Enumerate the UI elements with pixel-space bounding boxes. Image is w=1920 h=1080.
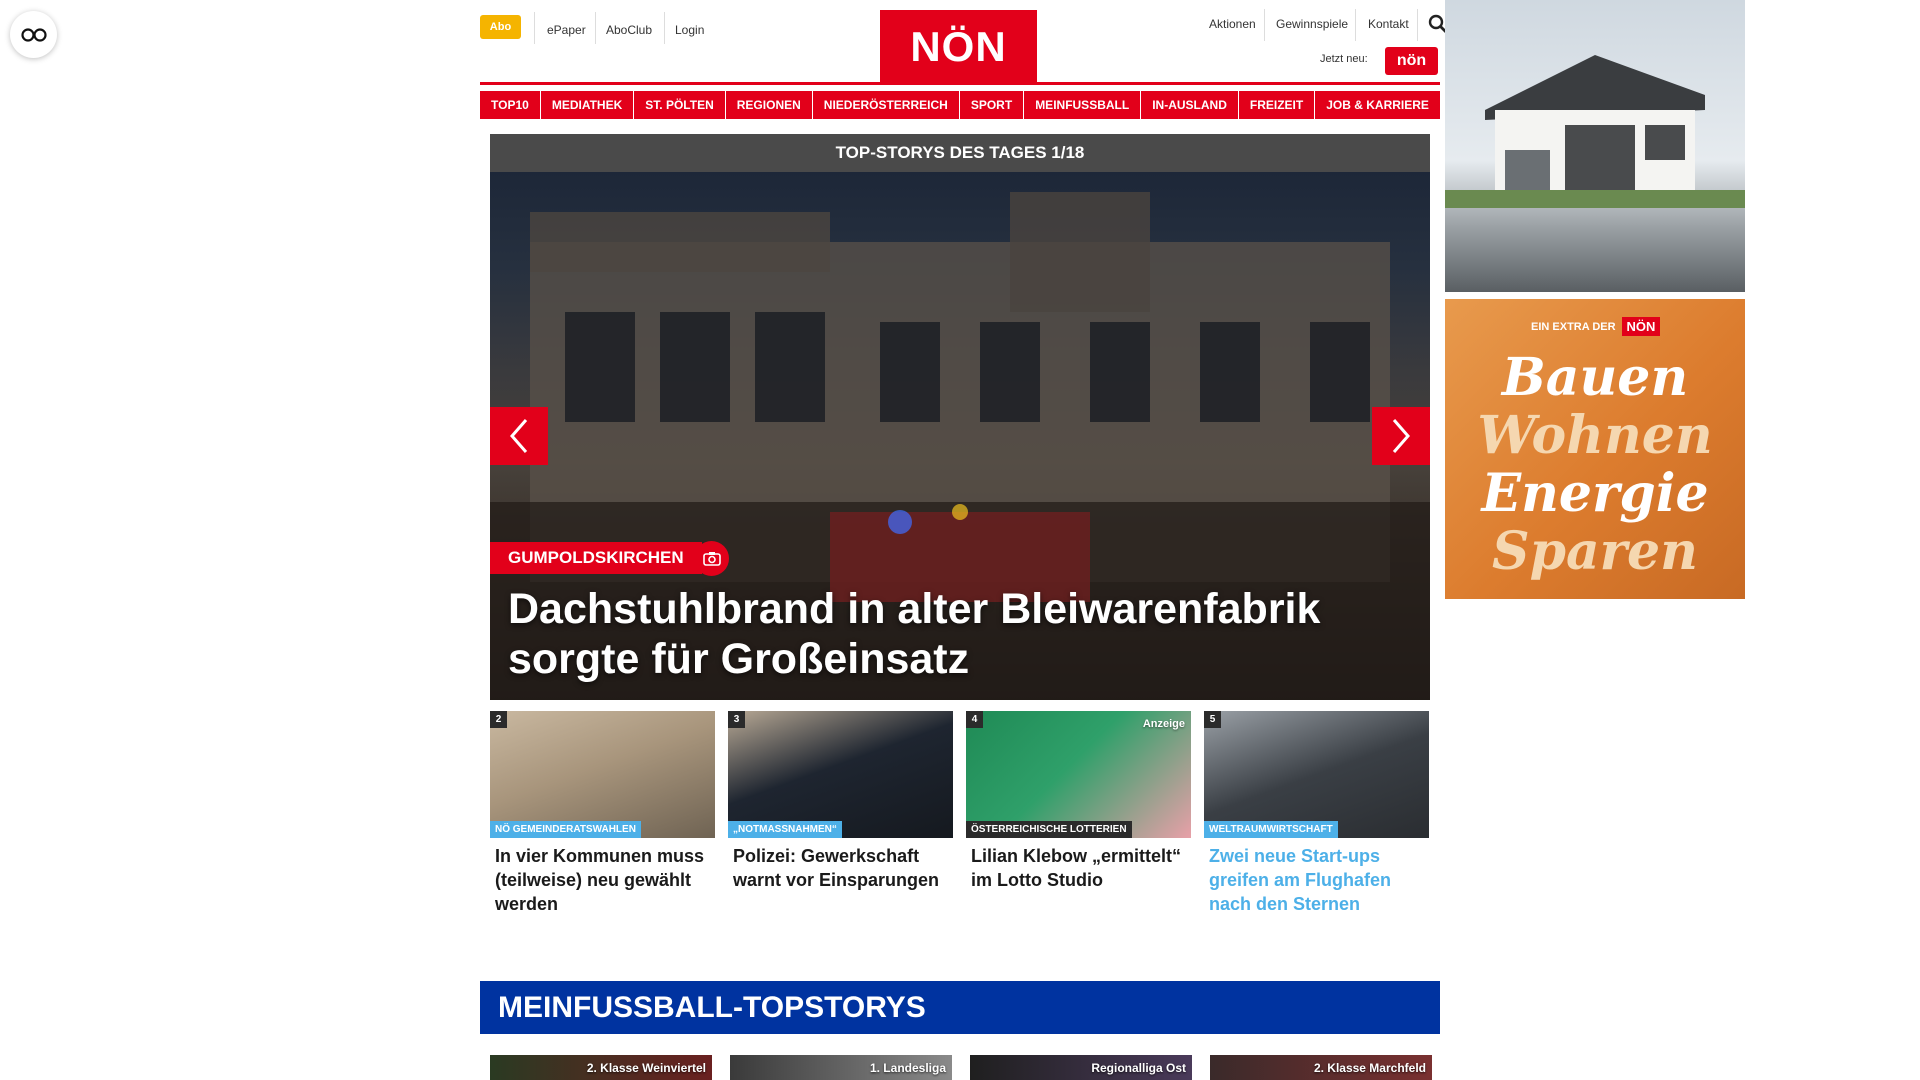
ad-word: Energie	[1481, 463, 1709, 524]
hero-headline[interactable]: Dachstuhlbrand in alter Bleiwarenfabrik …	[508, 584, 1408, 684]
chevron-right-icon	[1392, 419, 1410, 453]
ad-word: Sparen	[1492, 521, 1698, 582]
hero-category-label[interactable]: GUMPOLDSKIRCHEN	[490, 542, 702, 574]
house-ad-banner[interactable]	[1445, 0, 1745, 292]
nav-regionen[interactable]: REGIONEN	[725, 91, 812, 119]
carousel-prev-button[interactable]	[490, 407, 548, 465]
carousel-next-button[interactable]	[1372, 407, 1430, 465]
football-card[interactable]: Regionalliga Ost	[970, 1055, 1192, 1080]
teaser-title[interactable]: Zwei neue Start-ups greifen am Flughafen…	[1204, 844, 1429, 916]
divider	[595, 12, 596, 44]
aboclub-link[interactable]: AboClub	[606, 15, 652, 45]
football-card[interactable]: 2. Klasse Weinviertel	[490, 1055, 712, 1080]
aktionen-link[interactable]: Aktionen	[1209, 9, 1256, 39]
divider	[664, 12, 665, 44]
gewinnspiele-link[interactable]: Gewinnspiele	[1276, 9, 1348, 39]
ad-extra-label: EIN EXTRA DER	[1531, 320, 1616, 333]
teaser-card[interactable]: 5 WELTRAUMWIRTSCHAFT Zwei neue Start-ups…	[1204, 711, 1429, 916]
nav-sport[interactable]: SPORT	[959, 91, 1024, 119]
jetzt-neu-label: Jetzt neu:	[1320, 53, 1368, 65]
divider	[1417, 9, 1418, 41]
teaser-image[interactable]: 4 Anzeige ÖSTERREICHISCHE LOTTERIEN	[966, 711, 1191, 838]
meinfussball-section-title[interactable]: MEINFUSSBALL-TOPSTORYS	[480, 981, 1440, 1034]
teaser-image[interactable]: 2 NÖ GEMEINDERATSWAHLEN	[490, 711, 715, 838]
nav-in-ausland[interactable]: IN-AUSLAND	[1141, 91, 1238, 119]
teaser-category[interactable]: NÖ GEMEINDERATSWAHLEN	[490, 821, 641, 838]
teaser-title[interactable]: Lilian Klebow „ermittelt“ im Lotto Studi…	[966, 844, 1191, 892]
league-label: 1. Landesliga	[869, 1061, 946, 1075]
teaser-card[interactable]: 3 „NOTMASSNAHMEN“ Polizei: Gewerkschaft …	[728, 711, 953, 892]
main-nav: TOP10 MEDIATHEK ST. PÖLTEN REGIONEN NIED…	[480, 91, 1440, 119]
noen-logo[interactable]: NÖN	[880, 10, 1037, 83]
teaser-title[interactable]: In vier Kommunen muss (teilweise) neu ge…	[490, 844, 715, 916]
kontakt-link[interactable]: Kontakt	[1368, 9, 1409, 39]
league-label: 2. Klasse Marchfeld	[1313, 1061, 1426, 1075]
teaser-card[interactable]: 2 NÖ GEMEINDERATSWAHLEN In vier Kommunen…	[490, 711, 715, 916]
abo-button[interactable]: Abo	[480, 15, 521, 39]
nav-niederoesterreich[interactable]: NIEDERÖSTERREICH	[812, 91, 959, 119]
ad-badge: Anzeige	[1142, 718, 1185, 730]
nav-st-poelten[interactable]: ST. PÖLTEN	[634, 91, 725, 119]
teaser-category[interactable]: ÖSTERREICHISCHE LOTTERIEN	[966, 821, 1132, 838]
league-label: Regionalliga Ost	[1091, 1061, 1186, 1075]
teaser-image[interactable]: 3 „NOTMASSNAHMEN“	[728, 711, 953, 838]
teaser-title[interactable]: Polizei: Gewerkschaft warnt vor Einsparu…	[728, 844, 953, 892]
chevron-left-icon	[510, 419, 528, 453]
teaser-category[interactable]: „NOTMASSNAHMEN“	[728, 821, 842, 838]
top-stories-header: TOP-STORYS DES TAGES 1/18	[490, 134, 1430, 172]
divider	[534, 12, 535, 44]
ad-word: Wohnen	[1477, 405, 1713, 466]
rank-number: 5	[1204, 711, 1221, 728]
ad-word: Bauen	[1501, 347, 1689, 408]
nav-freizeit[interactable]: FREIZEIT	[1238, 91, 1315, 119]
football-card[interactable]: 2. Klasse Marchfeld	[1210, 1055, 1432, 1080]
nav-job-karriere[interactable]: JOB & KARRIERE	[1315, 91, 1440, 119]
reader-glasses-icon[interactable]	[10, 11, 57, 58]
rank-number: 3	[728, 711, 745, 728]
mini-noen-logo[interactable]: nön	[1385, 47, 1438, 75]
nav-top10[interactable]: TOP10	[480, 91, 540, 119]
camera-icon	[694, 541, 729, 576]
divider	[1264, 9, 1265, 41]
bauen-wohnen-ad[interactable]: EIN EXTRA DER NÖN Bauen Wohnen Energie S…	[1445, 299, 1745, 599]
teaser-card[interactable]: 4 Anzeige ÖSTERREICHISCHE LOTTERIEN Lili…	[966, 711, 1191, 892]
nav-meinfussball[interactable]: MEINFUSSBALL	[1024, 91, 1141, 119]
rank-number: 4	[966, 711, 983, 728]
football-card[interactable]: 1. Landesliga	[730, 1055, 952, 1080]
league-label: 2. Klasse Weinviertel	[586, 1061, 706, 1075]
divider	[1355, 9, 1356, 41]
rank-number: 2	[490, 711, 507, 728]
teaser-image[interactable]: 5 WELTRAUMWIRTSCHAFT	[1204, 711, 1429, 838]
nav-mediathek[interactable]: MEDIATHEK	[540, 91, 634, 119]
ad-extra-header: EIN EXTRA DER NÖN	[1531, 317, 1661, 336]
epaper-link[interactable]: ePaper	[547, 15, 586, 45]
ad-noen-logo: NÖN	[1621, 317, 1661, 336]
teaser-category[interactable]: WELTRAUMWIRTSCHAFT	[1204, 821, 1338, 838]
header-divider	[480, 82, 1440, 85]
login-link[interactable]: Login	[675, 15, 704, 45]
